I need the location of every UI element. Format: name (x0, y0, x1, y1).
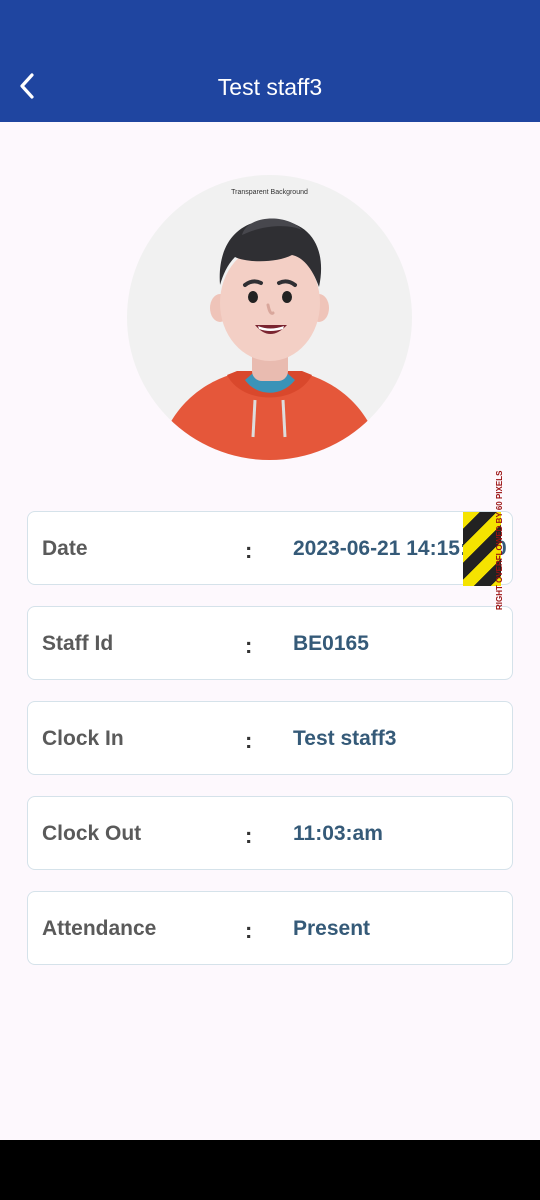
attendance-value: Present (293, 917, 371, 940)
staff-id-label: Staff Id (42, 632, 114, 655)
clock-out-separator: : (245, 823, 253, 848)
attendance-details: Date : 2023-06-21 14:15:11.0 Staff Id : … (27, 511, 513, 986)
clock-in-value: Test staff3 (293, 727, 397, 750)
page-title: Test staff3 (217, 74, 323, 100)
system-nav-bar (0, 1140, 540, 1200)
staff-id-separator: : (245, 633, 253, 658)
attendance-label: Attendance (42, 917, 157, 940)
overflow-warning-text: RIGHT OVERFLOWED BY 60 PIXELS (495, 470, 504, 610)
clock-in-label: Clock In (42, 727, 124, 750)
clock-in-separator: : (245, 728, 253, 753)
date-label: Date (42, 537, 88, 560)
date-separator: : (245, 538, 253, 563)
date-row: Date : 2023-06-21 14:15:11.0 (27, 511, 513, 585)
app-bar: Test staff3 (0, 0, 540, 122)
staff-id-value: BE0165 (293, 632, 369, 655)
clock-out-row: Clock Out : 11:03:am (27, 796, 513, 870)
staff-avatar: Transparent Background (127, 175, 412, 460)
clock-out-label: Clock Out (42, 822, 142, 845)
staff-id-row: Staff Id : BE0165 (27, 606, 513, 680)
clock-in-row: Clock In : Test staff3 (27, 701, 513, 775)
avatar-illustration (157, 218, 382, 460)
attendance-separator: : (245, 918, 253, 943)
clock-out-value: 11:03:am (293, 822, 383, 845)
attendance-row: Attendance : Present (27, 891, 513, 965)
avatar-caption: Transparent Background (231, 189, 308, 196)
